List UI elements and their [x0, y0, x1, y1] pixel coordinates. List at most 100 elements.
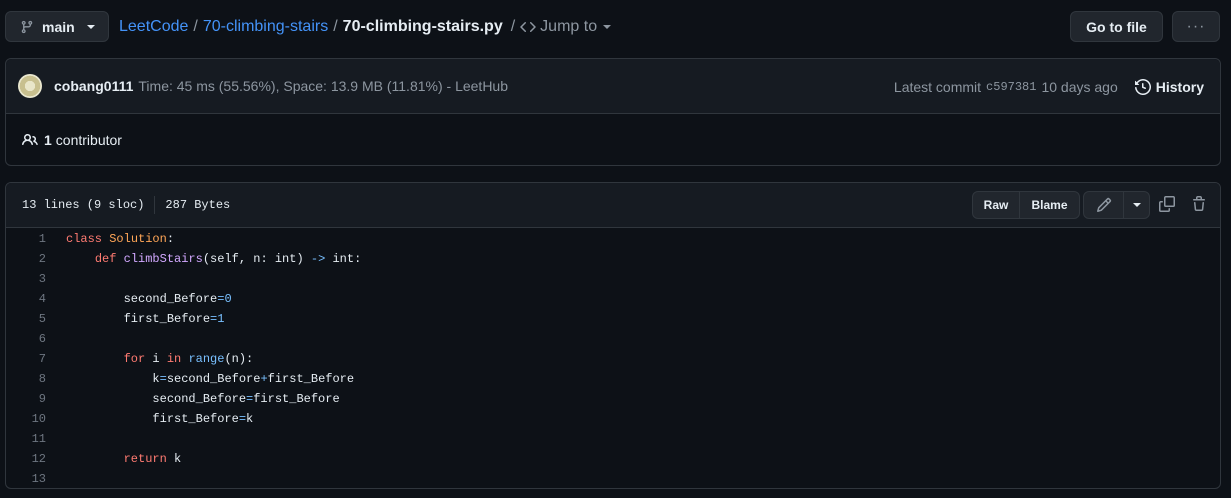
- code-token: first_Before: [267, 372, 355, 386]
- git-branch-icon: [20, 20, 34, 34]
- latest-commit-row: cobang0111 Time: 45 ms (55.56%), Space: …: [6, 59, 1220, 114]
- code-token: k: [66, 372, 160, 386]
- code-token: first_Before: [253, 392, 340, 406]
- line-content: second_Before=first_Before: [50, 392, 340, 406]
- line-number[interactable]: 6: [6, 332, 50, 346]
- code-line: 12 return k: [6, 449, 1220, 469]
- breadcrumb-current-file: 70-climbing-stairs.py: [342, 18, 503, 35]
- breadcrumb-separator: /: [333, 18, 338, 35]
- code-token: :: [166, 232, 175, 246]
- commit-sha-link[interactable]: c597381: [986, 80, 1036, 94]
- code-token: return: [123, 452, 167, 466]
- more-options-button[interactable]: ···: [1172, 11, 1220, 42]
- contributor-label: contributor: [55, 132, 122, 148]
- line-number[interactable]: 10: [6, 412, 50, 426]
- history-icon: [1134, 78, 1151, 95]
- code-token: second_Before: [66, 292, 218, 306]
- code-line: 11: [6, 429, 1220, 449]
- branch-name: main: [42, 18, 75, 35]
- latest-commit-label: Latest commit: [893, 78, 982, 95]
- pencil-icon: [1096, 197, 1112, 213]
- raw-blame-button-group: Raw Blame: [972, 191, 1080, 219]
- line-content: first_Before=1: [50, 312, 225, 326]
- line-number[interactable]: 12: [6, 452, 50, 466]
- code-token: int:: [325, 252, 362, 266]
- edit-dropdown-button[interactable]: [1124, 192, 1149, 218]
- chevron-down-icon: [603, 25, 612, 29]
- commit-message[interactable]: Time: 45 ms (55.56%), Space: 13.9 MB (11…: [138, 78, 508, 94]
- line-number[interactable]: 11: [6, 432, 50, 446]
- chevron-down-icon: [86, 24, 95, 29]
- line-number[interactable]: 8: [6, 372, 50, 386]
- code-token: for: [123, 352, 146, 366]
- code-line: 3: [6, 269, 1220, 289]
- trash-icon[interactable]: [1191, 196, 1207, 212]
- file-viewer: 13 lines (9 sloc) 287 Bytes Raw Blame 1c…: [5, 182, 1221, 489]
- code-token: (self, n: int): [202, 252, 311, 266]
- code-line: 7 for i in range(n):: [6, 349, 1220, 369]
- raw-button[interactable]: Raw: [973, 192, 1020, 218]
- file-size: 287 Bytes: [165, 198, 231, 212]
- code-token: 0: [224, 292, 232, 306]
- line-number[interactable]: 5: [6, 312, 50, 326]
- jump-to-button[interactable]: Jump to: [520, 18, 612, 36]
- line-number[interactable]: 1: [6, 232, 50, 246]
- code-line: 9 second_Before=first_Before: [6, 389, 1220, 409]
- line-content: second_Before=0: [50, 292, 232, 306]
- file-line-count: 13 lines (9 sloc): [22, 198, 145, 212]
- code-token: k: [246, 412, 254, 426]
- code-token: range: [188, 352, 225, 366]
- code-token: Solution: [109, 232, 167, 246]
- breadcrumb-repo-link[interactable]: LeetCode: [119, 18, 188, 36]
- breadcrumb-folder-link[interactable]: 70-climbing-stairs: [203, 18, 328, 36]
- code-line: 5 first_Before=1: [6, 309, 1220, 329]
- file-navigation-bar: main LeetCode / 70-climbing-stairs / 70-…: [0, 0, 1231, 52]
- code-line: 13: [6, 469, 1220, 488]
- edit-button-group: [1083, 191, 1150, 219]
- code-token: second_Before: [66, 392, 247, 406]
- code-token: def: [94, 252, 117, 266]
- triangle-down-icon: [1132, 203, 1141, 207]
- history-link[interactable]: History: [1134, 78, 1204, 95]
- code-icon: [520, 19, 536, 35]
- breadcrumb-separator: /: [193, 18, 198, 35]
- line-number[interactable]: 2: [6, 252, 50, 266]
- code-token: k: [166, 452, 182, 466]
- people-icon: [22, 132, 38, 148]
- commit-author[interactable]: cobang0111: [54, 78, 133, 94]
- code-line: 10 first_Before=k: [6, 409, 1220, 429]
- line-content: for i in range(n):: [50, 352, 254, 366]
- code-line: 6: [6, 329, 1220, 349]
- avatar[interactable]: [18, 74, 42, 98]
- line-number[interactable]: 4: [6, 292, 50, 306]
- line-number[interactable]: 3: [6, 272, 50, 286]
- code-body: 1 class Solution: 2 def climbStairs(self, …: [6, 228, 1220, 488]
- kebab-horizontal-icon: ···: [1186, 17, 1206, 35]
- code-line: 4 second_Before=0: [6, 289, 1220, 309]
- blame-button[interactable]: Blame: [1020, 192, 1079, 218]
- copy-icon[interactable]: [1159, 196, 1175, 212]
- code-token: first_Before: [66, 312, 211, 326]
- branch-selector-button[interactable]: main: [5, 11, 109, 42]
- code-token: first_Before: [66, 412, 239, 426]
- breadcrumb-separator: /: [510, 18, 516, 35]
- breadcrumb: LeetCode / 70-climbing-stairs / 70-climb…: [119, 16, 612, 38]
- line-content: return k: [50, 452, 182, 466]
- commit-summary-box: cobang0111 Time: 45 ms (55.56%), Space: …: [5, 58, 1221, 166]
- commit-age: 10 days ago: [1041, 78, 1118, 95]
- line-number[interactable]: 13: [6, 472, 50, 486]
- divider: [154, 196, 156, 214]
- code-token: ->: [310, 252, 326, 266]
- line-number[interactable]: 7: [6, 352, 50, 366]
- code-token: 1: [217, 312, 225, 326]
- contributors-row[interactable]: 1 contributor: [6, 114, 1220, 166]
- edit-file-button[interactable]: [1084, 192, 1124, 218]
- line-number[interactable]: 9: [6, 392, 50, 406]
- line-content: first_Before=k: [50, 412, 253, 426]
- commit-meta: Latest commit c597381 10 days ago Histor…: [894, 59, 1204, 114]
- go-to-file-button[interactable]: Go to file: [1070, 11, 1163, 42]
